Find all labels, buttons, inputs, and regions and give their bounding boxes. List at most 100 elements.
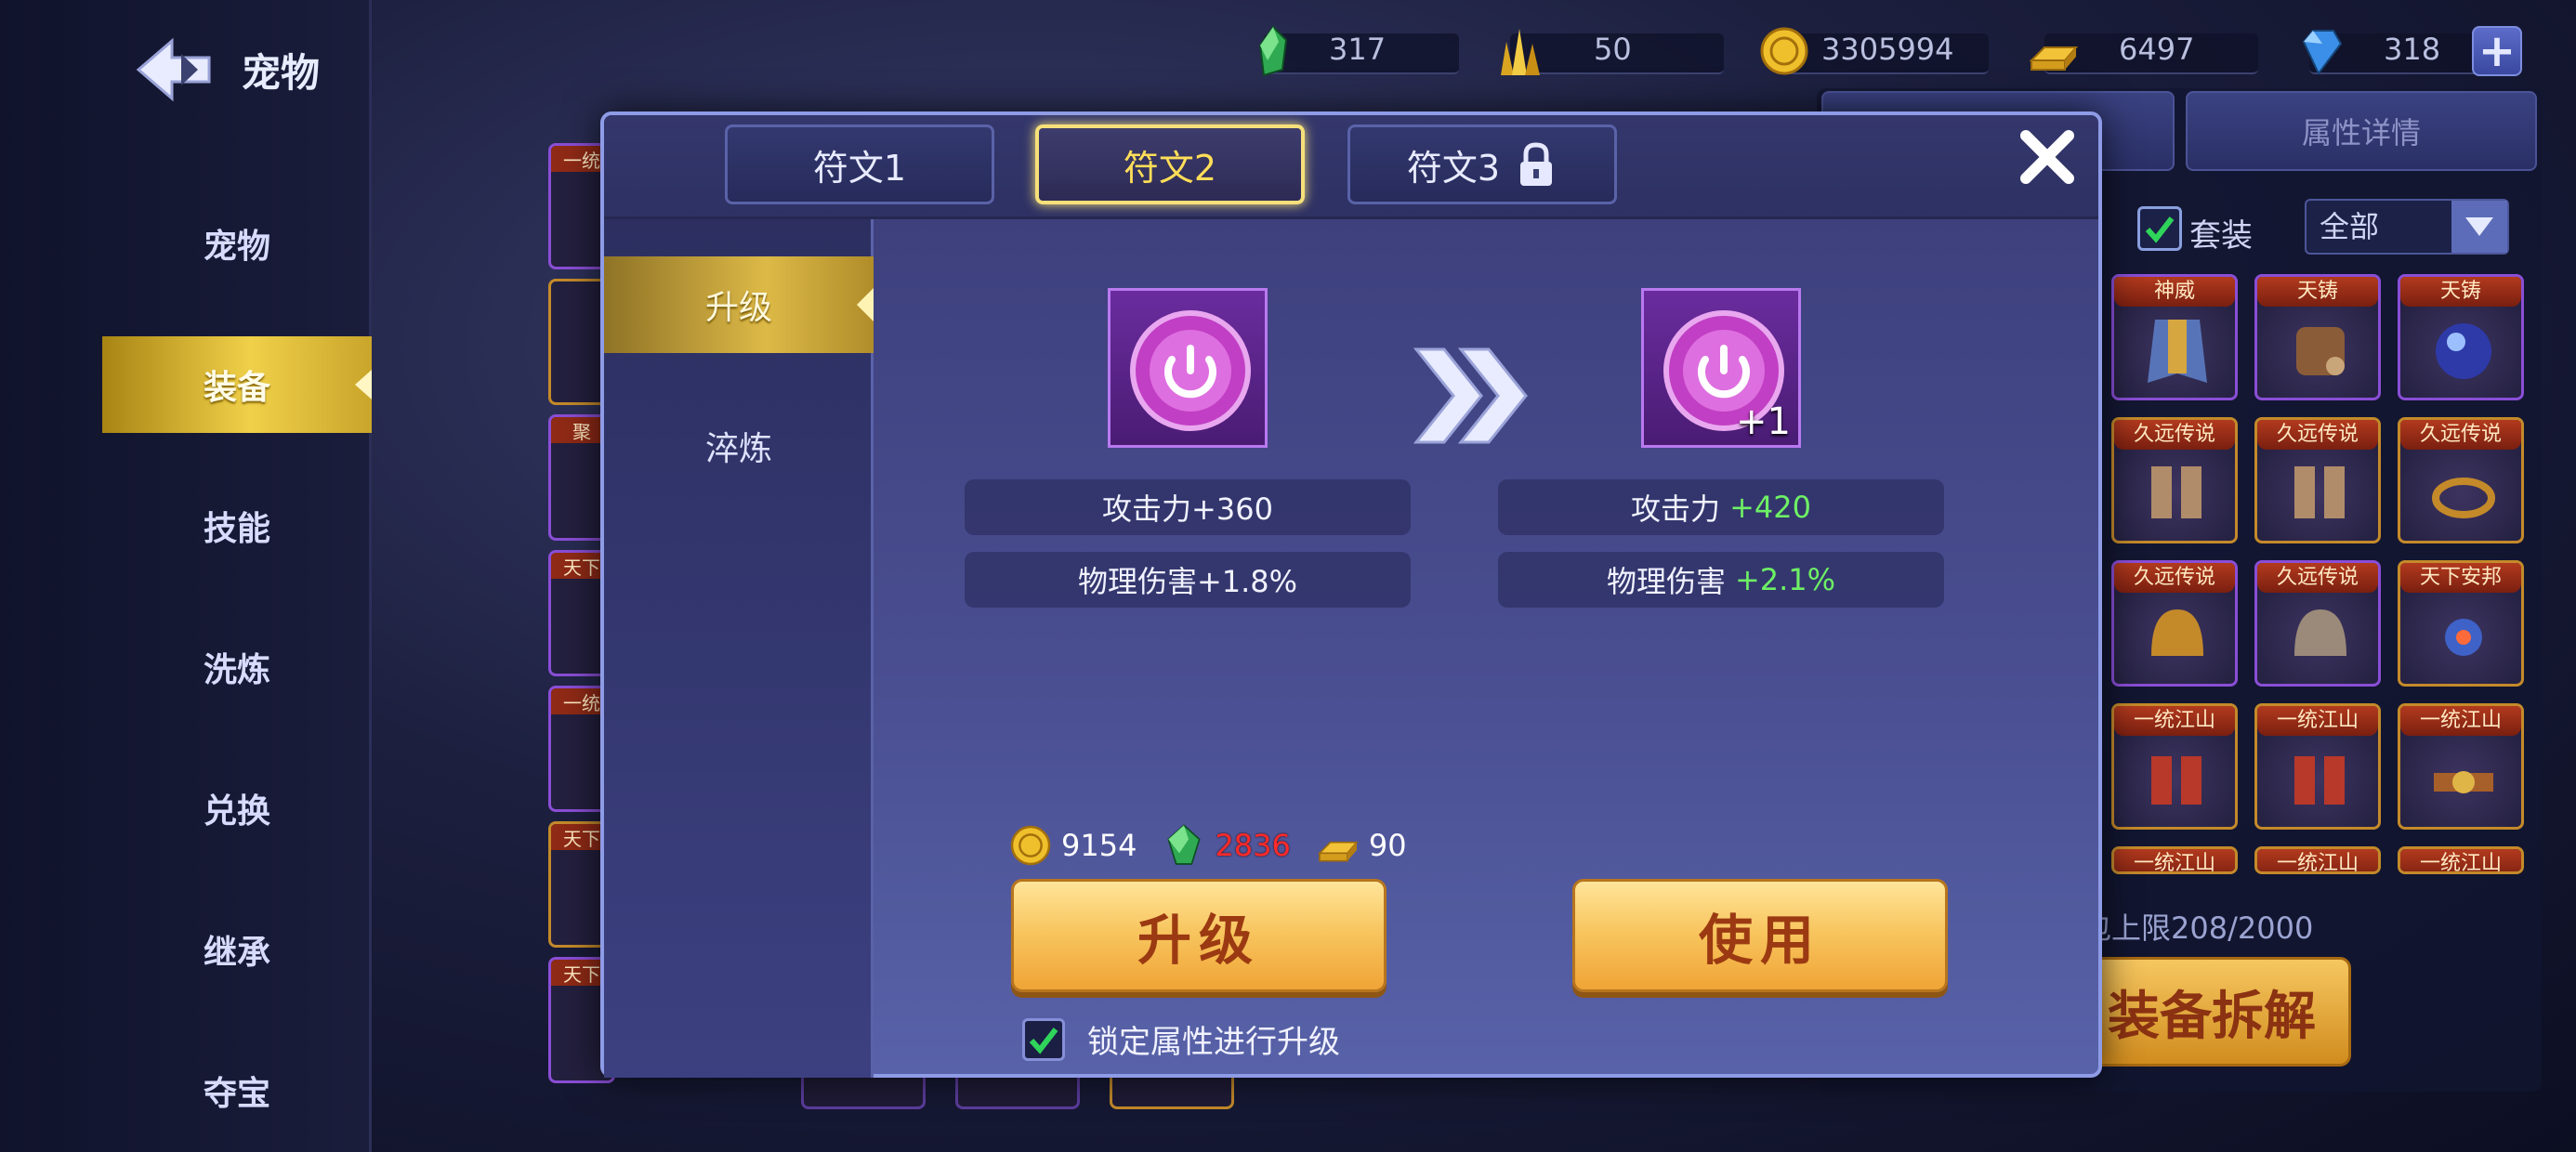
gold-bar-icon [1317,841,1359,862]
upgrade-button[interactable]: 升级 [1011,879,1387,992]
check-icon [1029,1027,1058,1054]
equip-tag: 天铸 [2400,277,2521,307]
sidebar: 宠物 宠物 装备 技能 洗炼 兑换 继承 夺宝 [0,0,372,1152]
equip-tag: 久远传说 [2257,420,2378,450]
nav-pet[interactable]: 宠物 [102,195,372,292]
equipment-slot[interactable]: 久远传说 [2398,417,2524,543]
use-button[interactable]: 使用 [1572,879,1948,992]
tab-label: 符文1 [812,147,907,189]
green-gem-icon [1258,25,1288,77]
nav-inherit[interactable]: 继承 [102,901,372,998]
helmet-icon [2294,609,2346,656]
back-row[interactable]: 宠物 [135,37,320,102]
current-stat-phys-dmg: 物理伤害+1.8% [965,552,1411,608]
close-icon[interactable] [2015,124,2080,190]
filter-value: 全部 [2320,209,2380,244]
stat-text: 攻击力+360 [1102,491,1273,527]
current-stat-attack: 攻击力+360 [965,479,1411,535]
gold-coin-icon [1010,825,1051,866]
tab-rune-2[interactable]: 符文2 [1035,124,1305,204]
cape-icon [2148,320,2207,383]
chevron-down-icon[interactable] [2451,201,2507,253]
set-checkbox[interactable] [2137,206,2182,251]
rune-gem-icon [1130,310,1251,431]
dismantle-button[interactable]: 装备拆解 [2072,957,2351,1067]
cost-gem-value: 2836 [1215,828,1291,863]
equip-tag: 一统江山 [2114,706,2235,736]
side-item-upgrade[interactable]: 升级 [604,256,874,353]
dialog-side-menu: 升级 淬炼 [604,219,874,1078]
boots-icon [2151,756,2201,805]
equip-tag: 久远传说 [2257,563,2378,593]
equipment-slot[interactable]: 一统江山 [2254,703,2381,830]
lock-attr-row[interactable]: 锁定属性进行升级 [1022,1016,1340,1062]
equipment-slot[interactable]: 久远传说 [2111,560,2238,687]
next-rune-slot[interactable]: +1 [1641,288,1801,448]
equip-tag: 一统江山 [2400,706,2521,736]
lock-attr-checkbox[interactable] [1022,1017,1065,1061]
equipment-slot[interactable]: 天铸 [2254,274,2381,400]
next-stat-attack: 攻击力 +420 [1498,479,1944,535]
resource-value: 318 [2384,32,2441,67]
tab-rune-3[interactable]: 符文3 [1347,124,1617,204]
back-arrow-icon[interactable] [135,37,214,102]
equipment-slot[interactable]: 一统江山 [2398,703,2524,830]
nav-exchange[interactable]: 兑换 [102,760,372,857]
sidebar-title: 宠物 [242,49,321,96]
equipment-slot[interactable]: 一统江山 [2254,846,2381,874]
resource-gold-bar: 6497 [2026,19,2258,84]
double-arrow-icon [1413,347,1528,444]
equip-tag: 一统江山 [2400,849,2521,871]
equipment-slot[interactable]: 久远传说 [2254,417,2381,543]
ring-icon [2432,478,2495,518]
current-rune-slot[interactable] [1108,288,1268,448]
helmet-icon [2151,609,2203,656]
equipment-slot[interactable]: 久远传说 [2111,417,2238,543]
equipment-slot[interactable]: 一统江山 [2111,703,2238,830]
gauntlet-icon [2296,327,2345,375]
side-item-temper[interactable]: 淬炼 [604,398,874,494]
nav-skill[interactable]: 技能 [102,478,372,574]
dialog-header: 符文1 符文2 符文3 [604,115,2098,219]
gold-bar-icon [2029,46,2079,71]
equip-tag: 一统江山 [2114,849,2235,871]
boots-icon [2151,466,2201,518]
equip-tag: 久远传说 [2400,420,2521,450]
resource-gold-crystal: 50 [1492,19,1724,84]
next-stat-phys-dmg: 物理伤害 +2.1% [1498,552,1944,608]
equipment-slot[interactable]: 一统江山 [2398,846,2524,874]
equip-tag: 一统江山 [2257,706,2378,736]
nav-equipment[interactable]: 装备 [102,336,372,433]
equipment-slot[interactable]: 天铸 [2398,274,2524,400]
stat-name: 物理伤害 [1606,564,1726,599]
tab-attr-details[interactable]: 属性详情 [2186,91,2537,171]
equipment-slot[interactable]: 天下安邦 [2398,560,2524,687]
equip-tag: 天铸 [2257,277,2378,307]
boots-icon [2294,756,2345,805]
stat-value: +420 [1729,490,1811,525]
blue-diamond-icon [2302,30,2343,75]
stat-name: 攻击力 [1631,491,1721,527]
cost-bar-value: 90 [1368,828,1407,863]
rune-dialog: 符文1 符文2 符文3 升级 淬炼 +1 攻击力+360 物理伤害+1.8% 攻… [600,111,2102,1078]
filter-select[interactable]: 全部 [2305,199,2509,255]
add-currency-button[interactable]: + [2472,25,2522,77]
resource-value: 50 [1594,32,1632,67]
equip-tag: 天下安邦 [2400,563,2521,593]
lock-attr-label: 锁定属性进行升级 [1087,1024,1340,1061]
equip-tag: 久远传说 [2114,420,2235,450]
resource-value: 3305994 [1821,32,1954,67]
tab-rune-1[interactable]: 符文1 [725,124,994,204]
lock-icon [1520,142,1553,186]
equipment-slot[interactable]: 神威 [2111,274,2238,400]
resource-value: 6497 [2119,32,2195,67]
stat-value: +2.1% [1734,562,1836,597]
gold-crystal-icon [1501,29,1540,75]
nav-refine[interactable]: 洗炼 [102,619,372,715]
equipment-slot[interactable]: 久远传说 [2254,560,2381,687]
stat-text: 物理伤害+1.8% [1077,564,1298,599]
nav-treasure[interactable]: 夺宝 [102,1042,372,1139]
resource-value: 317 [1329,32,1387,67]
boots-icon [2294,466,2345,518]
equipment-slot[interactable]: 一统江山 [2111,846,2238,874]
